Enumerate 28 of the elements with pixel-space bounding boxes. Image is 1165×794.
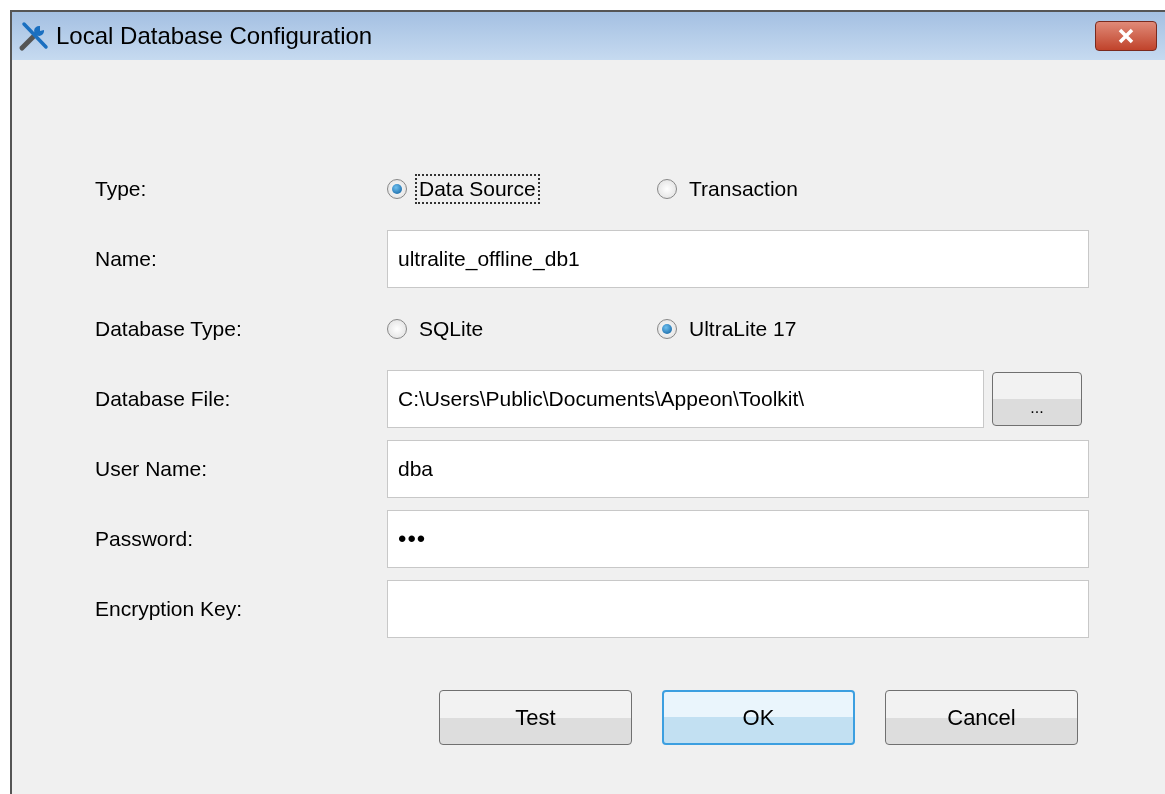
text-field[interactable]: dba (387, 440, 1089, 498)
field-label: Database File: (95, 387, 232, 411)
text-field[interactable]: ultralite_offline_db1 (387, 230, 1089, 288)
close-button[interactable] (1095, 21, 1157, 51)
field-label: Password: (95, 527, 195, 551)
radio-button[interactable] (657, 179, 677, 199)
radio-label[interactable]: Transaction (685, 174, 802, 204)
browse-button[interactable]: ... (992, 372, 1082, 426)
field-label: Encryption Key: (95, 597, 244, 621)
file-path-field[interactable]: C:\Users\Public\Documents\Appeon\Toolkit\ (387, 370, 984, 428)
radio-button[interactable] (657, 319, 677, 339)
close-icon (1116, 28, 1136, 44)
radio-label[interactable]: Data Source (415, 174, 540, 204)
password-field[interactable]: ••• (387, 510, 1089, 568)
field-label: User Name: (95, 457, 209, 481)
radio-label[interactable]: SQLite (415, 314, 488, 344)
window-title: Local Database Configuration (56, 22, 374, 50)
dialog-button[interactable]: OK (662, 690, 855, 745)
dialog-button[interactable]: Test (439, 690, 632, 745)
radio-button[interactable] (387, 179, 407, 199)
dialog-button[interactable]: Cancel (885, 690, 1078, 745)
tools-icon (18, 20, 50, 52)
radio-button[interactable] (387, 319, 407, 339)
radio-label[interactable]: UltraLite 17 (685, 314, 801, 344)
text-field[interactable] (387, 580, 1089, 638)
field-label: Database Type: (95, 317, 243, 341)
field-label: Name: (95, 247, 158, 271)
field-label: Type: (95, 177, 148, 201)
